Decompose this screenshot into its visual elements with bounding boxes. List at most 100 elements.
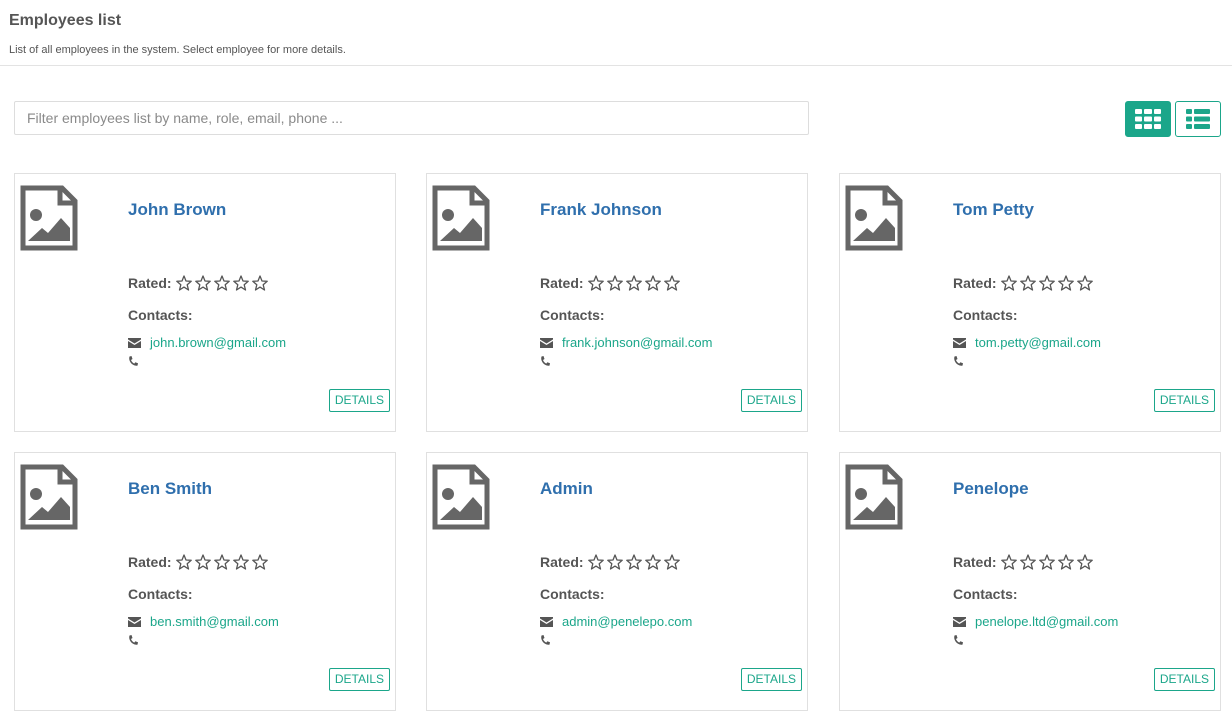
employee-name-link[interactable]: Ben Smith	[128, 479, 212, 499]
phone-icon	[129, 356, 138, 366]
email-row: ben.smith@gmail.com	[128, 614, 279, 629]
rating-stars	[1000, 554, 1096, 570]
rated-label: Rated:	[540, 554, 584, 570]
details-button[interactable]: DETAILS	[328, 668, 390, 691]
employee-email-link[interactable]: frank.johnson@gmail.com	[562, 335, 712, 350]
phone-icon	[541, 635, 550, 645]
rated-label: Rated:	[128, 275, 172, 291]
grid-view-button[interactable]	[1125, 101, 1171, 137]
rated-label: Rated:	[953, 275, 997, 291]
phone-icon	[129, 635, 138, 645]
envelope-icon	[128, 616, 141, 627]
employee-name-link[interactable]: Frank Johnson	[540, 200, 662, 220]
email-row: tom.petty@gmail.com	[953, 335, 1101, 350]
contacts-label: Contacts:	[540, 307, 605, 323]
employee-name-link[interactable]: Penelope	[953, 479, 1029, 499]
star-icon[interactable]	[175, 275, 192, 291]
rating-stars	[1000, 275, 1096, 291]
page-subtitle: List of all employees in the system. Sel…	[9, 44, 346, 56]
rating-stars	[587, 275, 683, 291]
star-icon[interactable]	[663, 554, 680, 570]
grid-icon	[1135, 109, 1161, 129]
envelope-icon	[953, 337, 966, 348]
phone-row	[128, 633, 138, 651]
contacts-label: Contacts:	[128, 307, 193, 323]
star-icon[interactable]	[1019, 554, 1036, 570]
phone-row	[540, 354, 550, 372]
contacts-label: Contacts:	[953, 307, 1018, 323]
star-icon[interactable]	[213, 554, 230, 570]
star-icon[interactable]	[1019, 275, 1036, 291]
star-icon[interactable]	[1057, 554, 1074, 570]
employee-name-link[interactable]: Admin	[540, 479, 593, 499]
star-icon[interactable]	[232, 554, 249, 570]
envelope-icon	[540, 337, 553, 348]
rating-row: Rated:	[540, 275, 683, 291]
employee-name-link[interactable]: John Brown	[128, 200, 226, 220]
rated-label: Rated:	[128, 554, 172, 570]
star-icon[interactable]	[1038, 275, 1055, 291]
page-header: Employees list List of all employees in …	[0, 0, 1232, 66]
details-button[interactable]: DETAILS	[740, 389, 802, 412]
employee-email-link[interactable]: john.brown@gmail.com	[150, 335, 286, 350]
star-icon[interactable]	[194, 554, 211, 570]
rating-stars	[175, 554, 271, 570]
star-icon[interactable]	[663, 275, 680, 291]
star-icon[interactable]	[625, 554, 642, 570]
star-icon[interactable]	[1057, 275, 1074, 291]
star-icon[interactable]	[606, 275, 623, 291]
details-button[interactable]: DETAILS	[740, 668, 802, 691]
phone-icon	[541, 356, 550, 366]
rating-row: Rated:	[953, 554, 1096, 570]
employee-email-link[interactable]: ben.smith@gmail.com	[150, 614, 279, 629]
rating-row: Rated:	[128, 554, 271, 570]
star-icon[interactable]	[625, 275, 642, 291]
details-button[interactable]: DETAILS	[1153, 389, 1215, 412]
star-icon[interactable]	[1076, 554, 1093, 570]
star-icon[interactable]	[175, 554, 192, 570]
employee-name-link[interactable]: Tom Petty	[953, 200, 1034, 220]
star-icon[interactable]	[587, 275, 604, 291]
employee-card: Admin Rated: Contacts: admin@penelepo.co…	[426, 452, 808, 711]
employee-filter-input[interactable]	[14, 101, 809, 135]
star-icon[interactable]	[194, 275, 211, 291]
star-icon[interactable]	[251, 275, 268, 291]
employee-card: Ben Smith Rated: Contacts: ben.smith@gma…	[14, 452, 396, 711]
details-button[interactable]: DETAILS	[328, 389, 390, 412]
phone-row	[128, 354, 138, 372]
star-icon[interactable]	[644, 275, 661, 291]
star-icon[interactable]	[251, 554, 268, 570]
image-placeholder-icon	[432, 185, 490, 251]
envelope-icon	[128, 337, 141, 348]
employee-email-link[interactable]: tom.petty@gmail.com	[975, 335, 1101, 350]
rated-label: Rated:	[540, 275, 584, 291]
star-icon[interactable]	[1000, 275, 1017, 291]
email-row: frank.johnson@gmail.com	[540, 335, 712, 350]
star-icon[interactable]	[232, 275, 249, 291]
star-icon[interactable]	[606, 554, 623, 570]
star-icon[interactable]	[213, 275, 230, 291]
email-row: john.brown@gmail.com	[128, 335, 286, 350]
envelope-icon	[540, 616, 553, 627]
contacts-label: Contacts:	[953, 586, 1018, 602]
list-view-button[interactable]	[1175, 101, 1221, 137]
employee-email-link[interactable]: admin@penelepo.com	[562, 614, 692, 629]
details-button[interactable]: DETAILS	[1153, 668, 1215, 691]
contacts-label: Contacts:	[128, 586, 193, 602]
image-placeholder-icon	[845, 464, 903, 530]
star-icon[interactable]	[587, 554, 604, 570]
image-placeholder-icon	[432, 464, 490, 530]
employee-card: John Brown Rated: Contacts: john.brown@g…	[14, 173, 396, 432]
star-icon[interactable]	[644, 554, 661, 570]
star-icon[interactable]	[1038, 554, 1055, 570]
rating-stars	[587, 554, 683, 570]
employee-email-link[interactable]: penelope.ltd@gmail.com	[975, 614, 1118, 629]
phone-row	[953, 354, 963, 372]
rating-row: Rated:	[540, 554, 683, 570]
email-row: penelope.ltd@gmail.com	[953, 614, 1118, 629]
employee-card: Frank Johnson Rated: Contacts: frank.joh…	[426, 173, 808, 432]
star-icon[interactable]	[1000, 554, 1017, 570]
star-icon[interactable]	[1076, 275, 1093, 291]
phone-icon	[954, 635, 963, 645]
rating-stars	[175, 275, 271, 291]
